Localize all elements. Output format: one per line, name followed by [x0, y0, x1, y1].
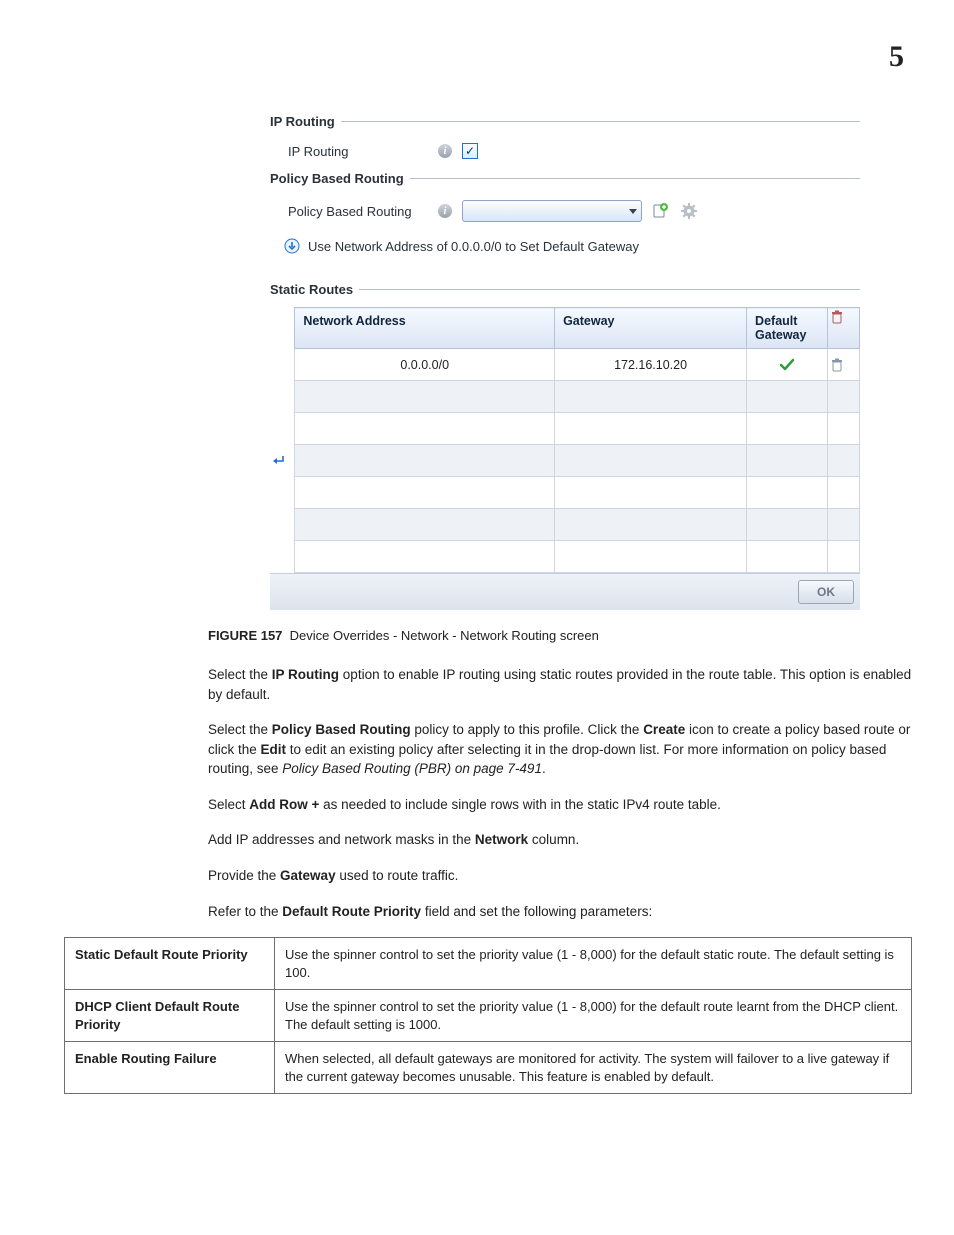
table-row[interactable] [270, 413, 860, 445]
table-row[interactable] [270, 381, 860, 413]
table-row: DHCP Client Default Route Priority Use t… [65, 990, 912, 1042]
pbr-section-title: Policy Based Routing [270, 171, 404, 186]
param-name: Enable Routing Failure [65, 1042, 275, 1094]
figure-caption-text: Device Overrides - Network - Network Rou… [290, 628, 599, 643]
table-row[interactable] [270, 541, 860, 573]
check-icon [747, 358, 827, 372]
table-row: Enable Routing Failure When selected, al… [65, 1042, 912, 1094]
parameters-table: Static Default Route Priority Use the sp… [64, 937, 912, 1094]
static-routes-title: Static Routes [270, 282, 353, 297]
ip-routing-checkbox[interactable]: ✓ [462, 143, 478, 159]
param-desc: Use the spinner control to set the prior… [275, 938, 912, 990]
paragraph: Select the IP Routing option to enable I… [208, 665, 914, 704]
cell-delete [828, 349, 860, 381]
static-routes-table: Network Address Gateway Default Gateway … [270, 307, 860, 573]
param-desc: When selected, all default gateways are … [275, 1042, 912, 1094]
page-number: 5 [40, 40, 914, 74]
col-default-gateway: Default Gateway [747, 308, 828, 349]
divider [341, 121, 860, 122]
default-gateway-hint: Use Network Address of 0.0.0.0/0 to Set … [270, 234, 860, 282]
gutter-cell [270, 349, 295, 381]
col-delete-all [828, 308, 860, 349]
pbr-field: Policy Based Routing i [270, 196, 860, 234]
gutter-cell [270, 445, 295, 477]
paragraph: Select the Policy Based Routing policy t… [208, 720, 914, 779]
add-row-icon[interactable] [270, 454, 294, 468]
pbr-select[interactable] [462, 200, 642, 222]
static-routes-section-header: Static Routes [270, 282, 860, 297]
figure-caption: FIGURE 157 Device Overrides - Network - … [208, 628, 914, 643]
table-row: Static Default Route Priority Use the sp… [65, 938, 912, 990]
paragraph: Provide the Gateway used to route traffi… [208, 866, 914, 886]
paragraph: Add IP addresses and network masks in th… [208, 830, 914, 850]
chevron-down-icon [629, 209, 637, 214]
info-icon[interactable]: i [438, 204, 452, 218]
param-desc: Use the spinner control to set the prior… [275, 990, 912, 1042]
paragraph: Select Add Row + as needed to include si… [208, 795, 914, 815]
cell-default-gateway [747, 349, 828, 381]
hint-text: Use Network Address of 0.0.0.0/0 to Set … [308, 239, 639, 254]
ip-routing-section-title: IP Routing [270, 114, 335, 129]
ip-routing-label: IP Routing [288, 144, 428, 159]
divider [359, 289, 860, 290]
pbr-section-header: Policy Based Routing [270, 171, 860, 186]
col-network-address: Network Address [295, 308, 555, 349]
table-row[interactable]: 0.0.0.0/0 172.16.10.20 [270, 349, 860, 381]
cell-network-address[interactable]: 0.0.0.0/0 [295, 349, 555, 381]
info-icon[interactable]: i [438, 144, 452, 158]
cell-gateway[interactable]: 172.16.10.20 [555, 349, 747, 381]
routing-screenshot: IP Routing IP Routing i ✓ Policy Based R… [270, 114, 860, 610]
ok-button[interactable]: OK [798, 580, 854, 604]
down-arrow-icon [284, 238, 300, 254]
create-icon[interactable] [652, 202, 670, 220]
table-row[interactable] [270, 477, 860, 509]
pbr-label: Policy Based Routing [288, 204, 428, 219]
figure-label: FIGURE 157 [208, 628, 282, 643]
col-gateway: Gateway [555, 308, 747, 349]
param-name: DHCP Client Default Route Priority [65, 990, 275, 1042]
ip-routing-section-header: IP Routing [270, 114, 860, 129]
table-row[interactable] [270, 509, 860, 541]
param-name: Static Default Route Priority [65, 938, 275, 990]
divider [410, 178, 860, 179]
ip-routing-field: IP Routing i ✓ [270, 139, 860, 171]
footer-bar: OK [270, 573, 860, 610]
delete-icon[interactable] [830, 358, 857, 372]
delete-all-icon[interactable] [830, 310, 857, 324]
gear-icon[interactable] [680, 202, 698, 220]
gutter-cell [270, 308, 295, 349]
paragraph: Refer to the Default Route Priority fiel… [208, 902, 914, 922]
table-row[interactable] [270, 445, 860, 477]
